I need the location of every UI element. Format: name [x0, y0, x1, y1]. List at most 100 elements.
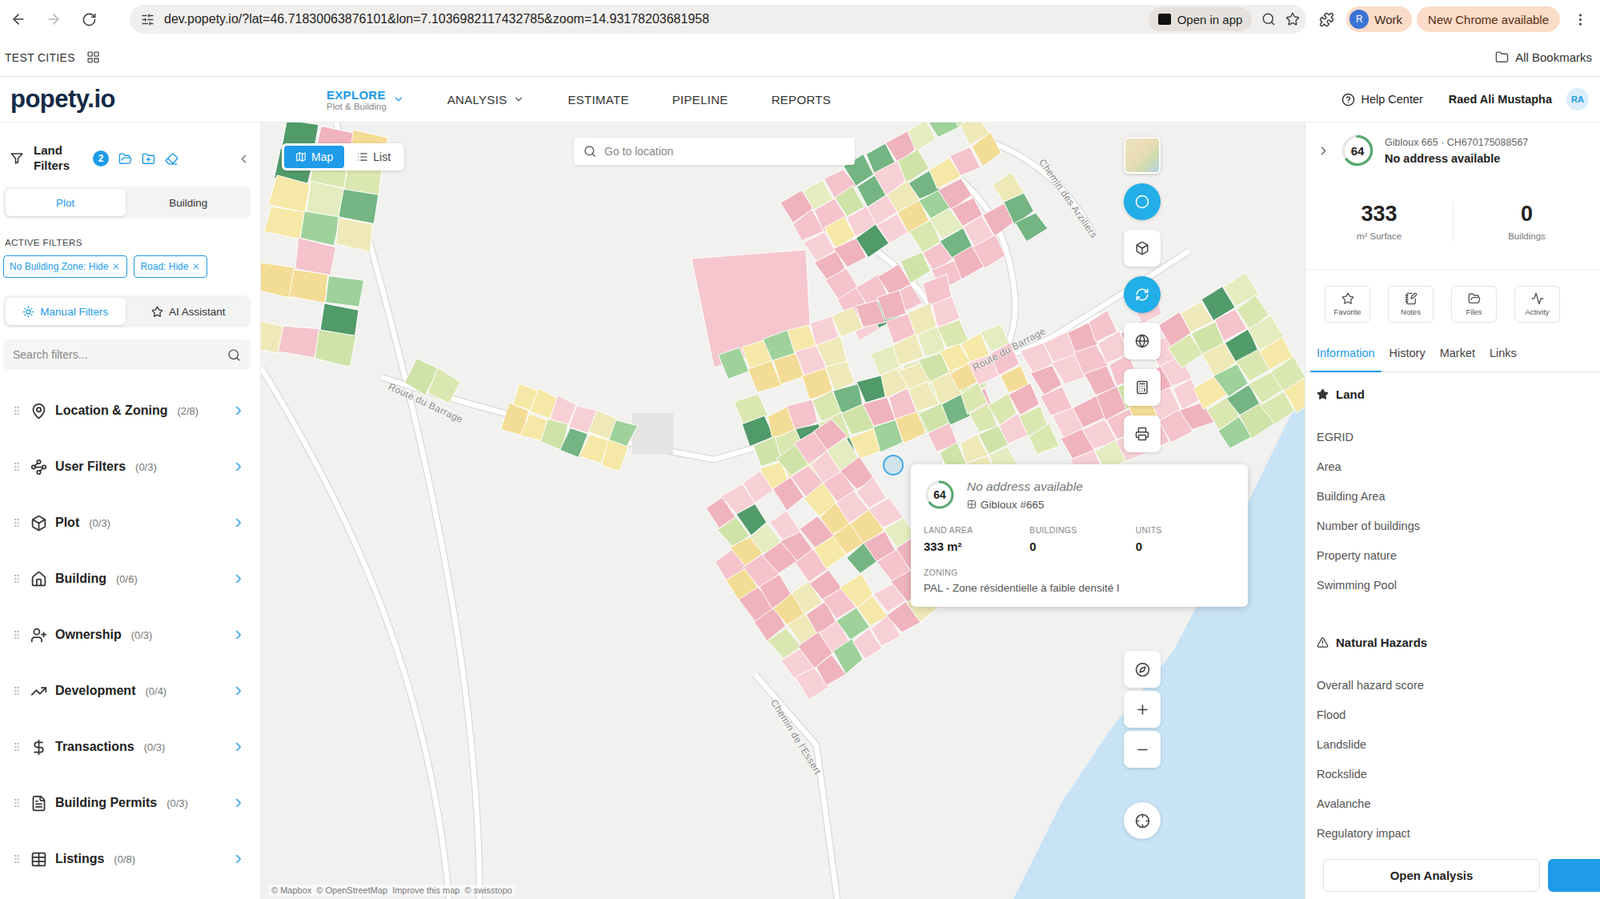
- extensions-button[interactable]: [1311, 4, 1342, 35]
- popup-stat: UNITS0: [1135, 525, 1236, 554]
- compass-button[interactable]: [1123, 650, 1161, 688]
- parcel[interactable]: [427, 367, 461, 403]
- primary-button[interactable]: [1547, 858, 1600, 892]
- popup-stats: LAND AREA333 m²BUILDINGS0UNITS0: [923, 525, 1236, 554]
- back-button[interactable]: [3, 4, 34, 35]
- search-icon: [227, 348, 241, 362]
- parcel[interactable]: [601, 439, 629, 471]
- address-bar[interactable]: dev.popety.io/?lat=46.71830063876101&lon…: [129, 4, 1307, 34]
- mode-tab[interactable]: Building: [128, 188, 249, 217]
- parcel[interactable]: [971, 132, 1002, 167]
- stat-label: BUILDINGS: [1029, 525, 1129, 535]
- attribution-link[interactable]: Improve this map: [392, 885, 460, 895]
- remove-chip-button[interactable]: [191, 261, 201, 272]
- filter-group[interactable]: Transactions(0/3): [3, 718, 251, 775]
- parcel[interactable]: [314, 329, 356, 368]
- attribution-link[interactable]: © swisstopo: [465, 885, 513, 895]
- basemap-thumbnail[interactable]: [1123, 136, 1161, 174]
- filter-group[interactable]: Plot(0/3): [3, 494, 251, 551]
- filter-mode-tab[interactable]: AI Assistant: [128, 297, 249, 325]
- action-button[interactable]: Activity: [1514, 285, 1560, 323]
- parcel-stat: 0Buildings: [1452, 201, 1600, 241]
- road: [336, 122, 480, 899]
- update-button[interactable]: New Chrome available: [1416, 6, 1560, 33]
- attribution-link[interactable]: © OpenStreetMap: [316, 885, 388, 895]
- filter-mode-tab[interactable]: Manual Filters: [5, 297, 126, 325]
- logo[interactable]: popety.io: [10, 84, 143, 114]
- all-bookmarks[interactable]: All Bookmarks: [1495, 50, 1592, 65]
- panel-tab[interactable]: Information: [1310, 335, 1382, 373]
- open-in-app-button[interactable]: Open in app: [1148, 7, 1253, 32]
- parcel[interactable]: [277, 325, 321, 358]
- nav-item[interactable]: ANALYSIS: [447, 92, 526, 107]
- map-tool-button[interactable]: [1123, 229, 1161, 267]
- map-tool-button[interactable]: [1123, 276, 1161, 313]
- parcel[interactable]: [632, 413, 674, 454]
- filter-group[interactable]: Building(0/6): [3, 550, 251, 607]
- attribution-link[interactable]: © Mapbox: [271, 885, 312, 895]
- locate-button[interactable]: [1123, 802, 1161, 839]
- panel-tab[interactable]: History: [1383, 335, 1432, 373]
- parcel[interactable]: [877, 289, 907, 320]
- parcel[interactable]: [288, 269, 328, 304]
- filter-group[interactable]: Building Permits(0/3): [3, 774, 251, 831]
- mode-tab[interactable]: Plot: [5, 188, 126, 217]
- parcel[interactable]: [295, 237, 337, 276]
- panel-tab[interactable]: Links: [1483, 335, 1524, 373]
- reload-button[interactable]: [73, 4, 105, 35]
- zoom-out-button[interactable]: [1123, 730, 1161, 768]
- help-center-link[interactable]: Help Center: [1341, 92, 1423, 107]
- open-analysis-button[interactable]: Open Analysis: [1323, 858, 1540, 892]
- clear-filters-button[interactable]: [164, 152, 179, 166]
- parcel[interactable]: [1029, 423, 1060, 455]
- page: dev.popety.io/?lat=46.71830063876101&lon…: [0, 0, 1600, 899]
- map-tool-button[interactable]: [1123, 322, 1161, 360]
- score-gauge: 64: [923, 478, 956, 511]
- map-tools: [1123, 136, 1161, 453]
- parcel[interactable]: [336, 217, 373, 253]
- menu-button[interactable]: [1564, 4, 1596, 35]
- view-tab[interactable]: Map: [284, 145, 345, 169]
- action-button[interactable]: Files: [1451, 285, 1497, 323]
- parcel[interactable]: [1014, 212, 1048, 242]
- zoom-in-button[interactable]: [1123, 690, 1161, 728]
- user-avatar[interactable]: RA: [1566, 88, 1589, 111]
- group-icon: [30, 738, 48, 756]
- url-text: dev.popety.io/?lat=46.71830063876101&lon…: [164, 12, 1139, 27]
- panel-tab[interactable]: Market: [1433, 335, 1482, 373]
- remove-chip-button[interactable]: [111, 261, 121, 272]
- parcel[interactable]: [325, 276, 365, 308]
- parcel[interactable]: [264, 206, 305, 240]
- map[interactable]: Chemin des ArziliersRoute du BarrageRout…: [260, 122, 1305, 899]
- filter-group[interactable]: Development(0/4): [3, 662, 251, 719]
- save-folder-button[interactable]: [141, 152, 156, 166]
- action-button[interactable]: Favorite: [1324, 285, 1371, 323]
- search-placeholder: Search filters...: [12, 348, 221, 361]
- filter-group[interactable]: Ownership(0/3): [3, 606, 251, 663]
- parcel[interactable]: [742, 470, 774, 503]
- parcel[interactable]: [926, 122, 962, 138]
- map-tool-button[interactable]: [1123, 415, 1161, 453]
- nav-item[interactable]: ESTIMATE: [567, 92, 629, 107]
- filter-group[interactable]: User Filters(0/3): [3, 438, 251, 495]
- action-icon: [1341, 292, 1355, 305]
- info-row: Avalanche: [1316, 788, 1589, 819]
- filter-group[interactable]: Location & Zoning(2/8): [3, 382, 251, 439]
- map-tool-button[interactable]: [1123, 183, 1161, 221]
- apps-grid-icon: [86, 50, 101, 65]
- open-folder-button[interactable]: [118, 152, 133, 166]
- filter-search[interactable]: Search filters...: [3, 339, 251, 370]
- nav-item[interactable]: PIPELINE: [672, 92, 729, 107]
- filter-group[interactable]: Listings(0/8): [3, 830, 251, 887]
- profile-button[interactable]: RWork: [1346, 6, 1412, 33]
- nav-item[interactable]: EXPLOREPlot & Building: [326, 88, 405, 112]
- location-search[interactable]: Go to location: [573, 137, 855, 165]
- action-button[interactable]: Notes: [1387, 285, 1434, 323]
- parcel[interactable]: [972, 234, 1006, 269]
- parcel[interactable]: [1283, 378, 1305, 414]
- collapse-button[interactable]: [236, 152, 251, 166]
- nav-item[interactable]: REPORTS: [771, 92, 831, 107]
- bookmark[interactable]: TEST CITIES: [4, 51, 76, 65]
- map-tool-button[interactable]: [1123, 368, 1161, 406]
- view-tab[interactable]: List: [345, 145, 402, 169]
